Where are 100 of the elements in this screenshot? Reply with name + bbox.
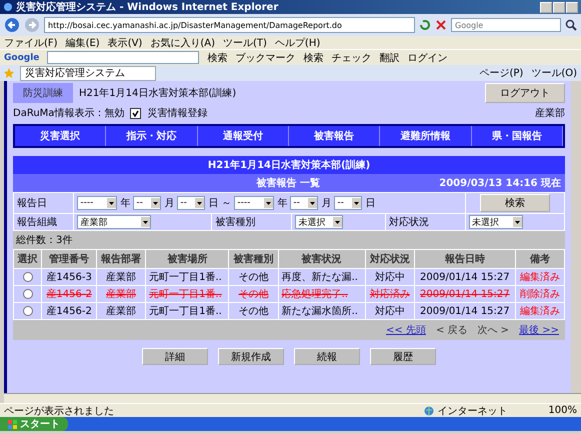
windows-logo-icon (8, 420, 17, 428)
menu-item[interactable]: ツール(T) (223, 36, 267, 50)
table-cell: 産業部 (96, 268, 146, 286)
panel-title: H21年1月14日水害対策本部(訓練) (13, 156, 565, 174)
toolbar-button[interactable]: 検索 (207, 50, 228, 64)
refresh-icon[interactable] (419, 19, 431, 31)
table-cell: 編集済み (515, 268, 564, 286)
column-header: 被害場所 (146, 250, 229, 268)
back-icon[interactable] (4, 17, 20, 33)
browser-tab[interactable]: 災害対応管理システム (20, 66, 156, 80)
menu-item[interactable]: ヘルプ(H) (274, 36, 320, 50)
column-header: 管理番号 (42, 250, 96, 268)
radio-button[interactable] (22, 306, 33, 316)
menu-item[interactable]: ファイル(F) (4, 36, 58, 50)
dropdown[interactable]: -- (177, 196, 206, 210)
radio-button[interactable] (22, 272, 33, 282)
security-zone: インターネット (437, 404, 508, 418)
favorites-star-icon[interactable] (4, 68, 14, 78)
list-title: 被害報告 一覧 (255, 176, 321, 190)
toolbar-button[interactable]: チェック (331, 50, 372, 64)
search-icon[interactable] (565, 19, 577, 31)
date-unit-label: 日 (365, 197, 376, 210)
column-header: 報告部署 (96, 250, 146, 268)
dropdown[interactable]: 産業部 (77, 215, 152, 229)
maximize-button[interactable] (553, 2, 565, 12)
filter-label: 対応状況 (385, 214, 466, 230)
command-button[interactable]: ツール(O) (531, 66, 577, 80)
date-unit-label: 年 (120, 197, 130, 210)
toolbar-button[interactable]: 翻訳 (379, 50, 400, 64)
mode-badge: 防災訓練 (13, 83, 73, 103)
menu-item[interactable]: 編集(E) (66, 36, 100, 50)
radio-button[interactable] (22, 288, 33, 299)
command-button[interactable]: ページ(P) (479, 66, 524, 80)
dropdown[interactable]: -- (290, 196, 318, 210)
timestamp: 2009/03/13 14:16 現在 (439, 176, 561, 190)
table-cell: その他 (228, 302, 278, 320)
close-button[interactable] (566, 2, 578, 12)
dropdown[interactable]: -- (334, 196, 362, 210)
browser-icon (3, 2, 13, 12)
date-unit-label: 年 (277, 197, 288, 210)
table-cell: 産1456-3 (42, 268, 96, 286)
action-button[interactable]: 履歴 (370, 348, 436, 365)
table-cell: 元町一丁目1番.. (146, 302, 229, 320)
headquarters-title: H21年1月14日水害対策本部(訓練) (79, 86, 236, 100)
pager-link[interactable]: 最後 >> (519, 323, 559, 337)
table-cell: 再度、新たな漏.. (278, 268, 366, 286)
status-message: ページが表示されました (4, 404, 114, 418)
table-cell: 産1456-2 (42, 286, 96, 302)
menu-item[interactable]: 表示(V) (108, 36, 142, 50)
column-header: 備考 (515, 250, 564, 268)
daruma-status: DaRuMa情報表示：無効 (13, 106, 124, 120)
search-field[interactable]: Google (451, 18, 561, 32)
date-unit-label: 日 (208, 197, 218, 210)
table-cell: 産業部 (96, 286, 146, 302)
window-title: 災害対応管理システム - Windows Internet Explorer (16, 0, 278, 14)
column-header: 選択 (14, 250, 42, 268)
column-header: 対応状況 (365, 250, 414, 268)
action-button[interactable]: 詳細 (142, 348, 208, 365)
table-cell: その他 (228, 268, 278, 286)
filter-label: 報告日 (14, 192, 74, 214)
dropdown[interactable]: 未選択 (295, 215, 344, 229)
action-button[interactable]: 新規作成 (218, 348, 284, 365)
checkbox[interactable] (130, 108, 142, 118)
dropdown[interactable]: ---- (77, 196, 118, 210)
filter-label: 報告組織 (14, 214, 74, 230)
table-cell: 対応中 (365, 302, 414, 320)
toolbar-button[interactable]: ログイン (407, 50, 448, 64)
dropdown[interactable]: ---- (234, 196, 274, 210)
search-button[interactable]: 検索 (480, 194, 550, 212)
table-cell: 産業部 (96, 302, 146, 320)
logout-button[interactable]: ログアウト (485, 83, 565, 103)
menu-item[interactable]: お気に入り(A) (150, 36, 215, 50)
table-cell: 2009/01/14 15:27 (414, 302, 516, 320)
globe-icon (424, 406, 434, 416)
table-cell: 新たな漏水箇所.. (278, 302, 366, 320)
address-field[interactable]: http://bosai.cec.yamanashi.ac.jp/DisasterManagement/DamageReport.do (44, 17, 415, 33)
table-cell: その他 (228, 286, 278, 302)
stop-icon[interactable] (435, 19, 447, 31)
column-header: 被害状況 (278, 250, 366, 268)
column-header: 報告日時 (414, 250, 516, 268)
zoom-level[interactable]: 100% (548, 405, 577, 416)
table-cell: 応急処理完了.. (278, 286, 366, 302)
table-cell: 産1456-2 (42, 302, 96, 320)
toolbar-button[interactable]: 検索 (303, 50, 324, 64)
dropdown[interactable]: 未選択 (469, 215, 524, 229)
toolbar-button[interactable]: ブックマーク (235, 50, 296, 64)
minimize-button[interactable] (540, 2, 552, 12)
table-cell: 元町一丁目1番.. (146, 286, 229, 302)
date-unit-label: 月 (321, 197, 332, 210)
table-cell: 編集済み (515, 302, 564, 320)
dropdown[interactable]: -- (133, 196, 162, 210)
table-cell: 元町一丁目1番.. (146, 268, 229, 286)
table-cell: 削除済み (515, 286, 564, 302)
pager-link[interactable]: << 先頭 (386, 323, 426, 337)
filter-label: 被害種別 (212, 214, 292, 230)
start-button[interactable]: スタート (0, 417, 68, 431)
action-button[interactable]: 続報 (294, 348, 360, 365)
checkbox-label: 災害情報登録 (147, 106, 208, 120)
table-cell: 2009/01/14 15:27 (414, 286, 516, 302)
range-separator: ～ (221, 197, 232, 210)
